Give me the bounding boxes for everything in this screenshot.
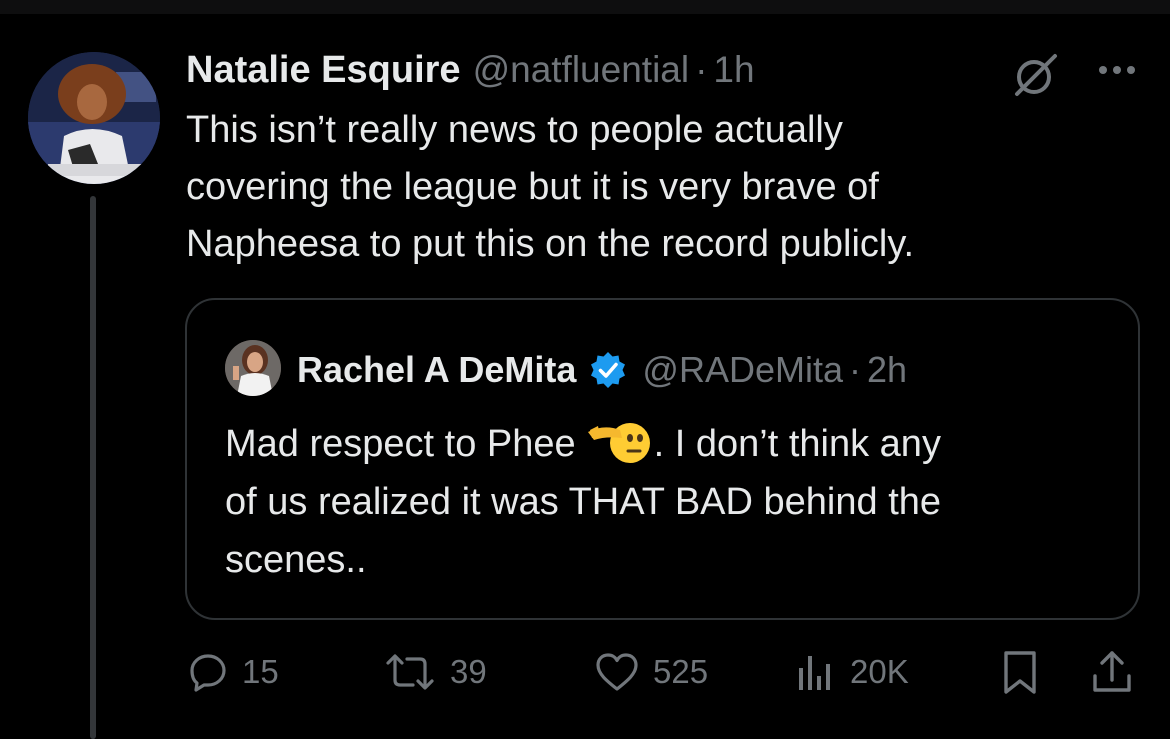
author-avatar[interactable] [28,52,160,184]
action-bar: 15 39 525 20K [186,644,1146,700]
views-count: 20K [850,653,909,690]
verified-badge-icon[interactable] [588,350,628,390]
quote-text-line: scenes.. [225,539,367,581]
top-strip [0,0,1170,14]
quote-author-avatar[interactable] [225,340,281,396]
grok-icon[interactable] [1012,50,1060,98]
like-button[interactable]: 525 [593,644,708,700]
quote-author-avatar-image [225,340,281,396]
views-button[interactable]: 20K [794,644,909,700]
quoted-tweet-card[interactable]: Rachel A DeMita @RADeMita · 2h Mad respe… [185,298,1140,620]
repost-button[interactable]: 39 [382,644,487,700]
share-button[interactable] [1088,644,1136,700]
bookmark-button[interactable] [998,644,1042,700]
quote-author-handle[interactable]: @RADeMita [642,349,843,391]
tweet-text: This isn’t really news to people actuall… [186,102,1126,273]
bookmark-icon [1004,651,1036,694]
reply-icon [190,654,226,692]
tweet-timestamp[interactable]: 1h [713,49,754,91]
author-display-name[interactable]: Natalie Esquire [186,49,461,92]
like-icon [596,653,638,691]
tweet-header: Natalie Esquire @natfluential · 1h [186,46,755,94]
reply-count: 15 [242,653,279,690]
quote-text-line: of us realized it was THAT BAD behind th… [225,481,942,523]
quote-header: Rachel A DeMita @RADeMita · 2h [297,344,907,396]
author-handle[interactable]: @natfluential [473,49,690,91]
quote-text-line: Mad respect to Phee . I don’t think any [225,415,1115,473]
quote-text-segment: . I don’t think any [653,423,941,465]
quote-author-display-name[interactable]: Rachel A DeMita [297,349,576,391]
quote-text: Mad respect to Phee . I don’t think any … [225,415,1115,589]
tweet-text-line: Napheesa to put this on the record publi… [186,223,915,265]
tweet-text-line: This isn’t really news to people actuall… [186,109,843,151]
tweet-text-line: covering the league but it is very brave… [186,166,879,208]
share-icon [1093,651,1131,692]
reply-button[interactable]: 15 [186,644,279,700]
repost-count: 39 [450,653,487,690]
views-icon [799,656,830,690]
repost-icon [386,654,434,690]
quote-text-segment: Mad respect to Phee [225,423,576,465]
more-icon[interactable] [1094,52,1140,88]
saluting-face-emoji [587,423,650,463]
thread-line [90,196,96,739]
author-avatar-image [28,52,160,184]
like-count: 525 [653,653,709,690]
quote-timestamp[interactable]: 2h [867,349,907,391]
quote-header-separator: · [849,349,861,390]
header-separator: · [695,49,708,90]
